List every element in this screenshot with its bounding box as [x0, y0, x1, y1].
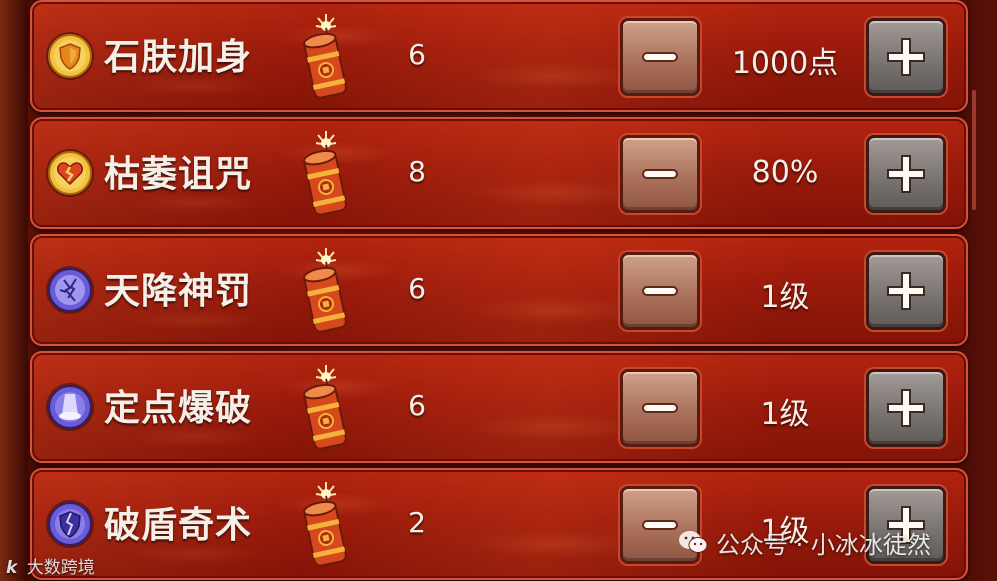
- skill-name: 定点爆破: [104, 388, 253, 429]
- watermark-right: 公众号 · 小冰冰徒然: [678, 526, 931, 559]
- skill-name: 天降神罚: [104, 271, 253, 312]
- minus-icon: [642, 520, 678, 530]
- plus-icon: [887, 389, 925, 427]
- beam-strike-icon: [48, 385, 92, 429]
- decrease-button[interactable]: [620, 369, 700, 447]
- watermark-left: k 大数跨境: [6, 553, 95, 578]
- scrollbar[interactable]: [972, 90, 976, 210]
- left-panel-edge: [0, 0, 28, 581]
- firecracker-icon: [303, 365, 347, 450]
- skill-row: 天降神罚 6 1级: [30, 234, 968, 346]
- skill-value: 1级: [760, 397, 810, 432]
- skill-value: 1级: [760, 280, 810, 315]
- broken-heart-icon: [48, 151, 92, 195]
- decrease-button[interactable]: [620, 252, 700, 330]
- plus-icon: [887, 38, 925, 76]
- watermark-logo: k: [6, 558, 18, 578]
- item-count: 2: [408, 506, 426, 539]
- decrease-button[interactable]: [620, 18, 700, 96]
- shield-icon: [48, 34, 92, 78]
- item-count: 8: [408, 155, 426, 188]
- watermark-left-text: 大数跨境: [26, 558, 95, 578]
- watermark-right-text: 公众号 · 小冰冰徒然: [716, 530, 931, 559]
- firecracker-icon: [303, 14, 347, 99]
- minus-icon: [642, 403, 678, 413]
- increase-button[interactable]: [866, 135, 946, 213]
- plus-icon: [887, 272, 925, 310]
- plus-icon: [887, 155, 925, 193]
- decrease-button[interactable]: [620, 135, 700, 213]
- broken-shield-icon: [48, 502, 92, 546]
- skill-value: 80%: [751, 155, 819, 190]
- skill-name: 破盾奇术: [104, 505, 253, 546]
- skill-name: 枯萎诅咒: [104, 154, 253, 195]
- skill-name: 石肤加身: [104, 37, 253, 78]
- item-count: 6: [408, 389, 426, 422]
- skill-row: 石肤加身 6 1000点: [30, 0, 968, 112]
- increase-button[interactable]: [866, 18, 946, 96]
- skill-row: 枯萎诅咒 8 80%: [30, 117, 968, 229]
- wechat-icon: [679, 531, 708, 553]
- item-count: 6: [408, 272, 426, 305]
- lightning-orb-icon: [48, 268, 92, 312]
- firecracker-icon: [303, 131, 347, 216]
- skill-row: 定点爆破 6 1级: [30, 351, 968, 463]
- increase-button[interactable]: [866, 369, 946, 447]
- firecracker-icon: [303, 248, 347, 333]
- firecracker-icon: [303, 482, 347, 567]
- minus-icon: [642, 169, 678, 179]
- skill-value: 1000点: [731, 46, 839, 81]
- increase-button[interactable]: [866, 252, 946, 330]
- minus-icon: [642, 52, 678, 62]
- item-count: 6: [408, 38, 426, 71]
- minus-icon: [642, 286, 678, 296]
